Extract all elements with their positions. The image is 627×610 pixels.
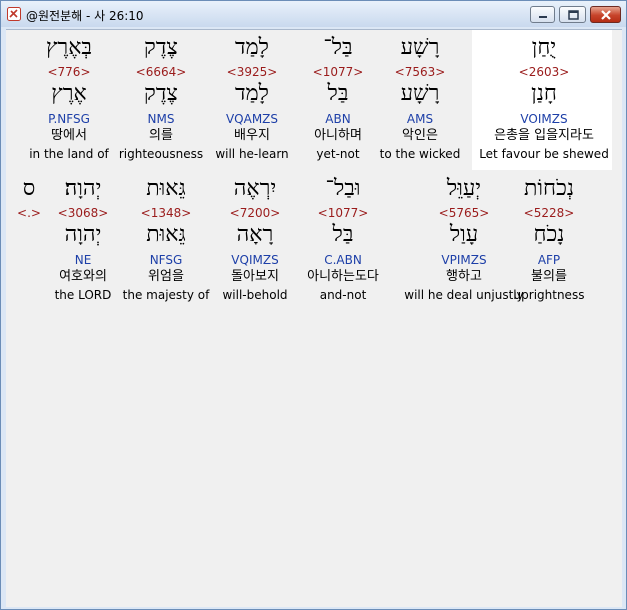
hebrew-word[interactable]: בְּאֶרֶץ — [0, 34, 149, 62]
minimize-icon — [539, 16, 547, 18]
maximize-icon — [568, 10, 579, 20]
korean-gloss[interactable]: 여호와의 — [3, 269, 163, 285]
title-bar[interactable]: @원전분해 - 사 26:10 — [1, 1, 626, 27]
korean-gloss[interactable]: 땅에서 — [0, 128, 149, 144]
english-gloss[interactable]: in the land of — [0, 147, 149, 161]
minimize-button[interactable] — [530, 6, 555, 23]
strong-number[interactable]: <.> — [0, 206, 109, 220]
window-title: @원전분해 - 사 26:10 — [26, 9, 144, 23]
app-window: @원전분해 - 사 26:10 יֻחַן <2603> חָנַן VOIMZS 은총… — [0, 0, 627, 610]
close-icon — [601, 10, 611, 20]
lemma[interactable]: אֶרֶץ — [0, 80, 149, 108]
close-button[interactable] — [590, 6, 621, 23]
morph-code[interactable]: NE — [3, 253, 163, 267]
app-icon — [7, 7, 21, 21]
hebrew-word[interactable]: ס — [0, 175, 109, 203]
morph-code[interactable]: P.NFSG — [0, 112, 149, 126]
english-gloss[interactable]: the LORD — [3, 288, 163, 302]
lemma[interactable]: יְהוָה — [3, 221, 163, 249]
analysis-panel: יֻחַן <2603> חָנַן VOIMZS 은총을 입을지라도 Let favou… — [6, 29, 622, 607]
strong-number[interactable]: <776> — [0, 65, 149, 79]
maximize-button[interactable] — [559, 6, 586, 23]
